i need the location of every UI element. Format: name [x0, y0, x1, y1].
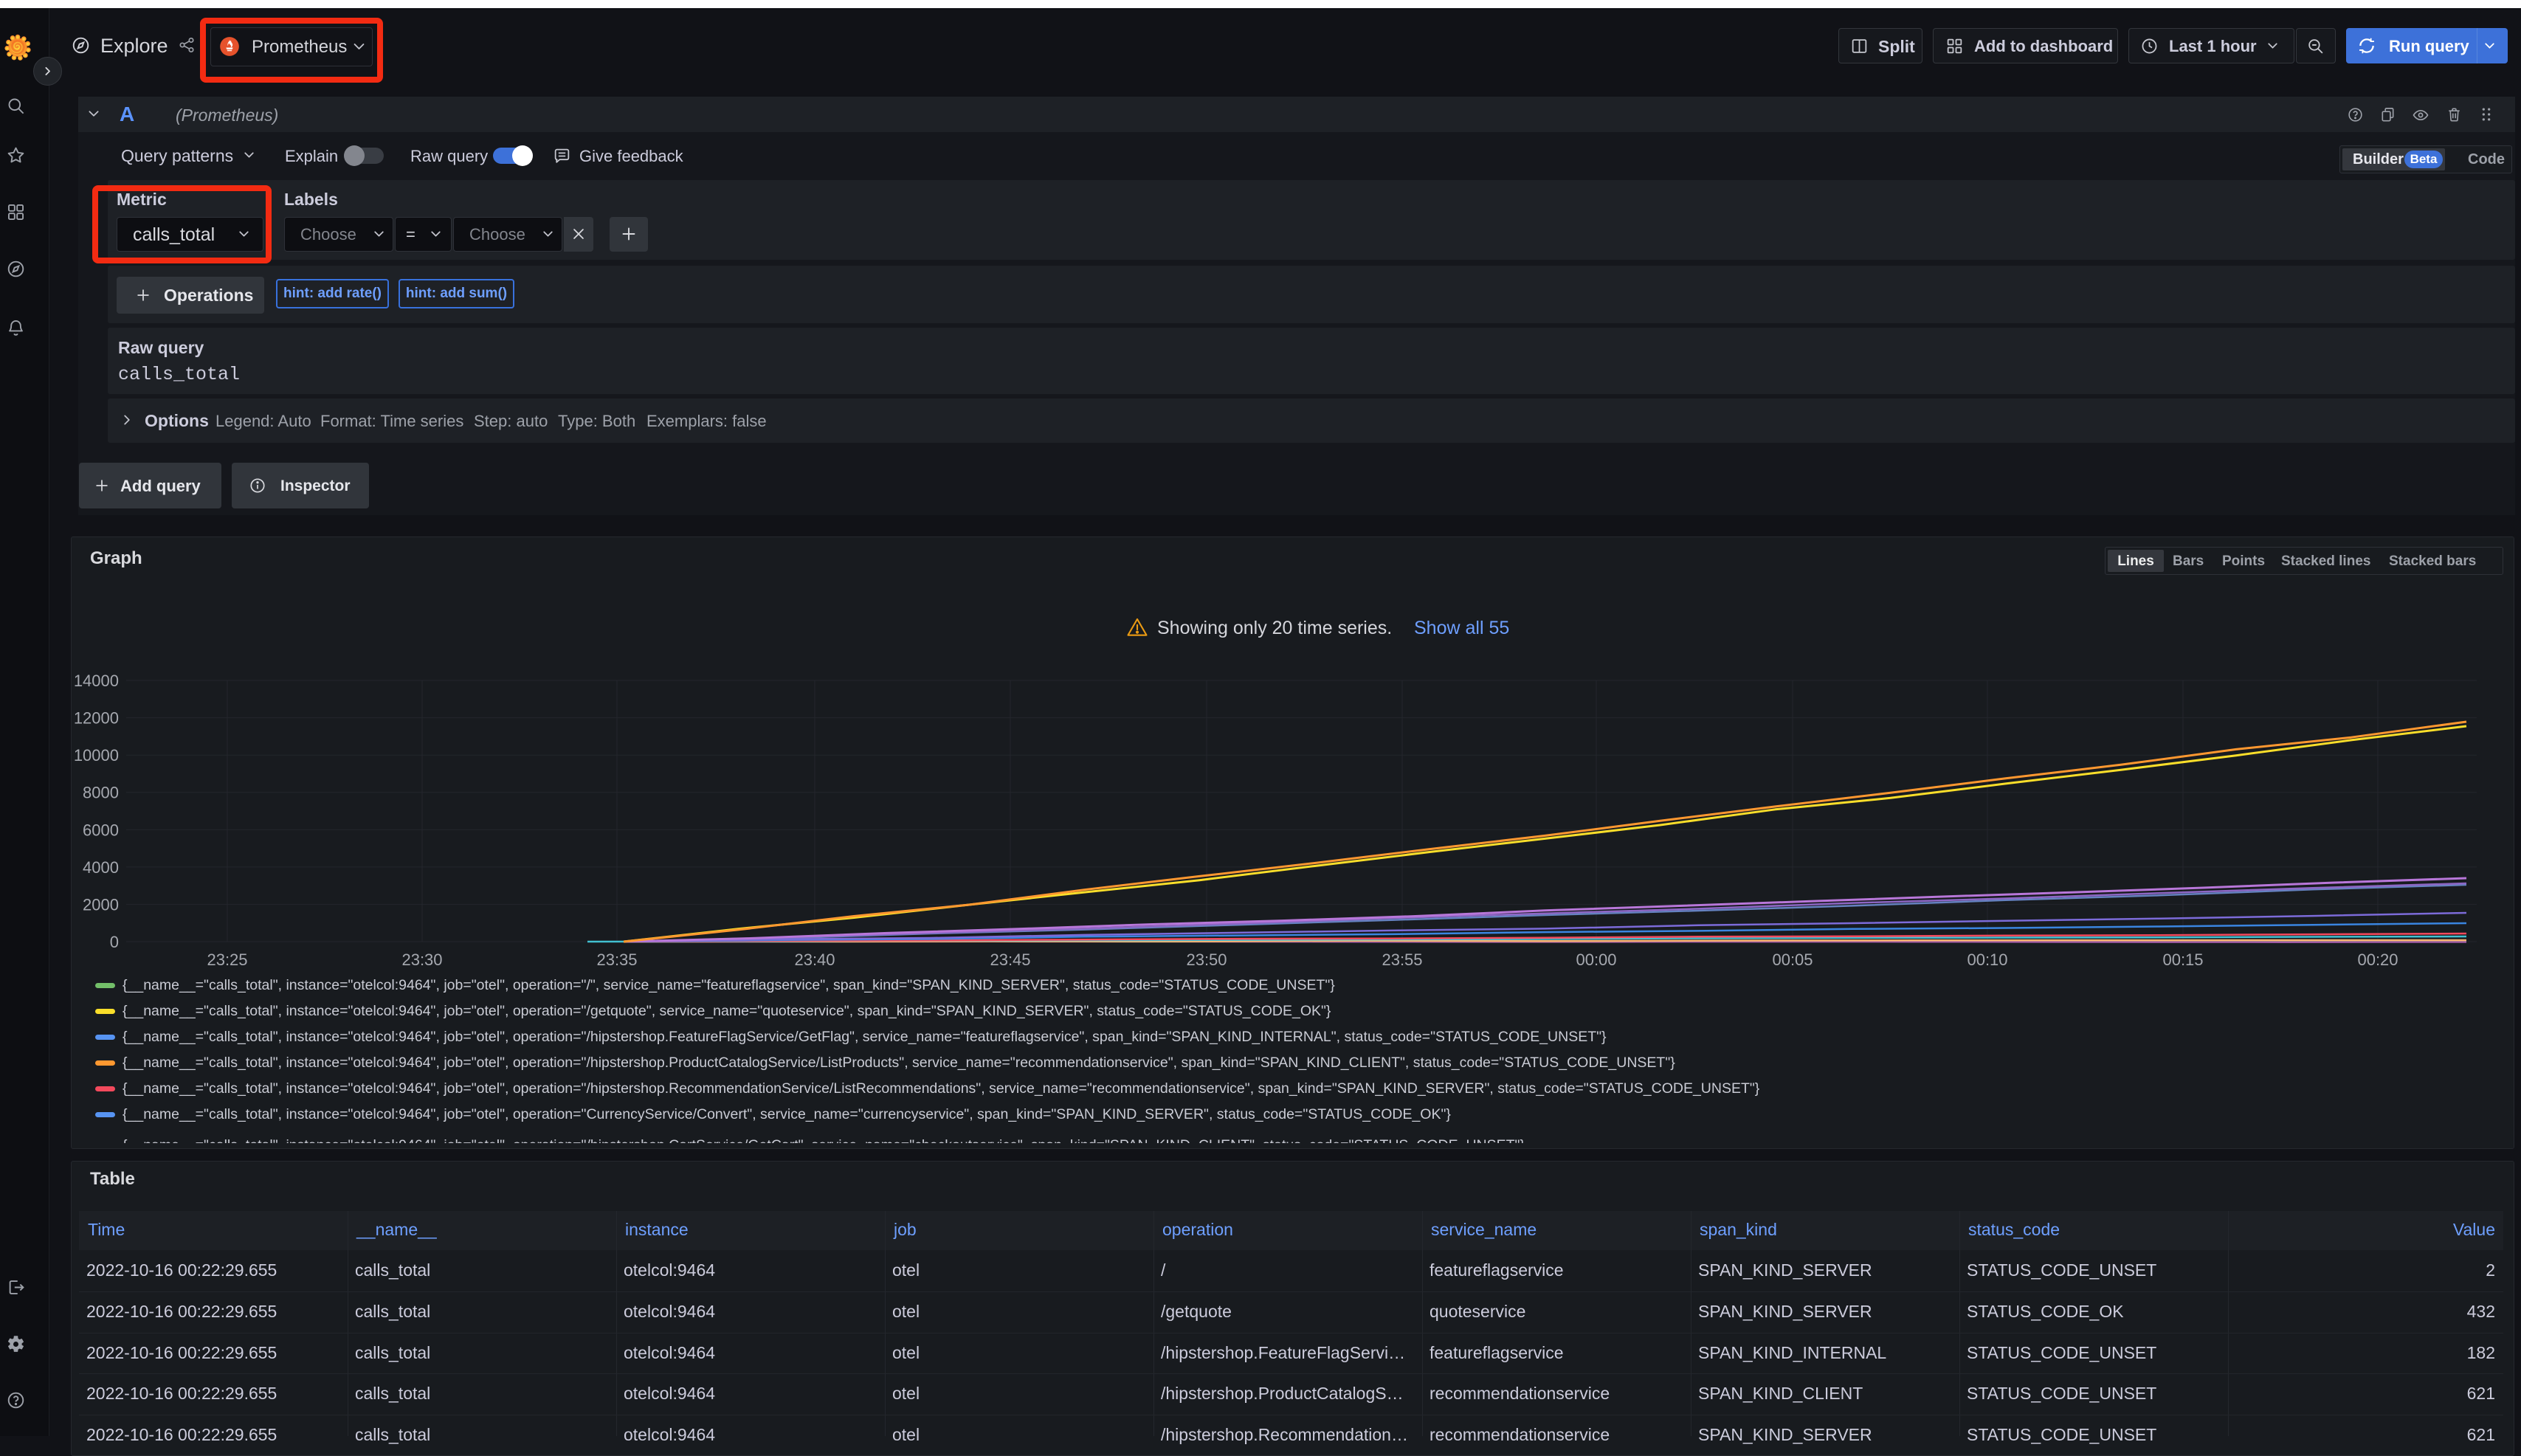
svg-text:4000: 4000	[83, 858, 119, 877]
svg-text:23:40: 23:40	[794, 950, 835, 969]
svg-text:00:20: 00:20	[2357, 950, 2398, 969]
svg-text:00:15: 00:15	[2162, 950, 2203, 969]
svg-text:00:10: 00:10	[1967, 950, 2007, 969]
svg-text:6000: 6000	[83, 821, 119, 839]
svg-text:14000: 14000	[74, 672, 119, 690]
svg-text:23:55: 23:55	[1382, 950, 1422, 969]
svg-text:2000: 2000	[83, 895, 119, 914]
svg-text:23:35: 23:35	[596, 950, 637, 969]
svg-text:12000: 12000	[74, 709, 119, 728]
svg-text:23:25: 23:25	[207, 950, 247, 969]
svg-text:0: 0	[110, 933, 119, 951]
svg-text:00:00: 00:00	[1576, 950, 1616, 969]
svg-text:10000: 10000	[74, 746, 119, 765]
svg-text:23:30: 23:30	[401, 950, 442, 969]
svg-text:8000: 8000	[83, 784, 119, 802]
svg-text:00:05: 00:05	[1772, 950, 1813, 969]
svg-text:23:45: 23:45	[990, 950, 1030, 969]
svg-text:23:50: 23:50	[1186, 950, 1227, 969]
